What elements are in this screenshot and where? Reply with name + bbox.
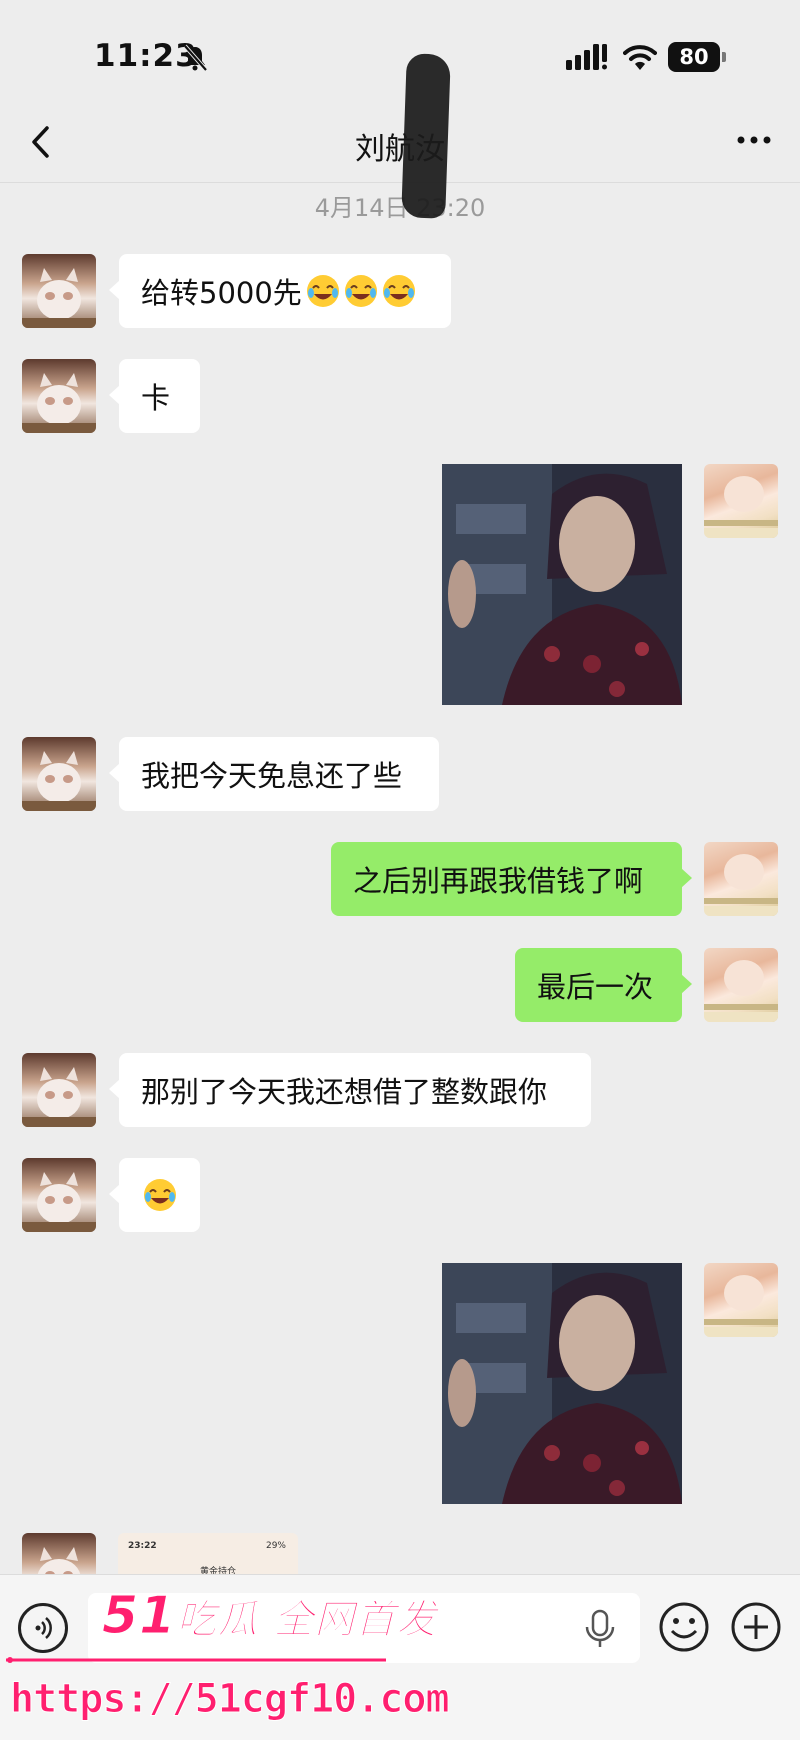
self-avatar-image (704, 476, 778, 538)
message-bubble[interactable] (109, 1158, 200, 1232)
watermark-slogan: 吃瓜 全网首发 (176, 1597, 438, 1644)
self-avatar[interactable] (704, 948, 778, 1022)
more-options-icon[interactable] (734, 130, 774, 150)
cat-avatar-image (22, 373, 96, 433)
chat-header: 刘航汝 (0, 100, 800, 183)
elderly-woman-photo-image (442, 464, 682, 705)
message-bubble[interactable]: 卡 (109, 359, 200, 433)
sent-photo[interactable] (442, 1263, 682, 1504)
message-bubble[interactable]: 我把今天免息还了些 (109, 737, 439, 811)
message-text: 我把今天免息还了些 (141, 759, 403, 793)
contact-avatar[interactable] (22, 254, 96, 328)
message-bubble[interactable]: 最后一次 (515, 948, 692, 1022)
self-avatar-image (704, 854, 778, 916)
watermark-number: 51 (101, 1586, 177, 1647)
watermark-underline (6, 1657, 386, 1663)
wifi-icon (623, 45, 657, 70)
tears-of-joy-emoji-icon (306, 275, 339, 307)
tears-of-joy-emoji-icon (143, 1179, 176, 1211)
contact-avatar[interactable] (22, 737, 96, 811)
message-timestamp: 4月14日 23:20 (314, 194, 486, 222)
cat-avatar-image (22, 268, 96, 328)
thumb-time: 23:22 (128, 1541, 157, 1551)
voice-mode-button[interactable] (18, 1603, 68, 1653)
tears-of-joy-emoji-icon (382, 275, 415, 307)
voice-waves-icon (35, 1617, 52, 1639)
sent-photo[interactable] (442, 464, 682, 705)
message-bubble[interactable]: 给转5000先 (109, 254, 451, 328)
emoji-picker-icon[interactable] (658, 1601, 710, 1653)
message-text: 最后一次 (537, 970, 654, 1004)
battery-indicator: 80 (668, 42, 726, 72)
redaction-mark (401, 53, 451, 219)
self-avatar-image (704, 960, 778, 1022)
microphone-icon[interactable] (582, 1609, 618, 1649)
cellular-signal-icon (566, 44, 607, 70)
self-avatar[interactable] (704, 464, 778, 538)
message-bubble[interactable]: 之后别再跟我借钱了啊 (331, 842, 692, 916)
self-avatar[interactable] (704, 1263, 778, 1337)
contact-avatar[interactable] (22, 359, 96, 433)
message-text: 卡 (141, 381, 171, 415)
mute-bell-icon (183, 44, 208, 72)
contact-avatar[interactable] (22, 1158, 96, 1232)
message-text: 之后别再跟我借钱了啊 (353, 864, 644, 898)
message-text: 给转5000先 (141, 276, 302, 310)
watermark-url: https://51cgf10.com (10, 1676, 451, 1723)
message-text: 那别了今天我还想借了整数跟你 (141, 1075, 548, 1109)
cat-avatar-image (22, 1067, 96, 1127)
message-bubble[interactable]: 那别了今天我还想借了整数跟你 (109, 1053, 591, 1127)
contact-avatar[interactable] (22, 1053, 96, 1127)
tears-of-joy-emoji-icon (344, 275, 377, 307)
thumb-battery: 29% (265, 1541, 286, 1551)
elderly-woman-photo-image (442, 1263, 682, 1504)
cat-avatar-image (22, 1172, 96, 1232)
self-avatar-image (704, 1275, 778, 1337)
more-plus-icon[interactable] (730, 1601, 782, 1653)
cat-avatar-image (22, 751, 96, 811)
watermark-brand: 51吃瓜 全网首发 (101, 1586, 438, 1647)
self-avatar[interactable] (704, 842, 778, 916)
chat-title: 刘航汝 (355, 132, 445, 167)
